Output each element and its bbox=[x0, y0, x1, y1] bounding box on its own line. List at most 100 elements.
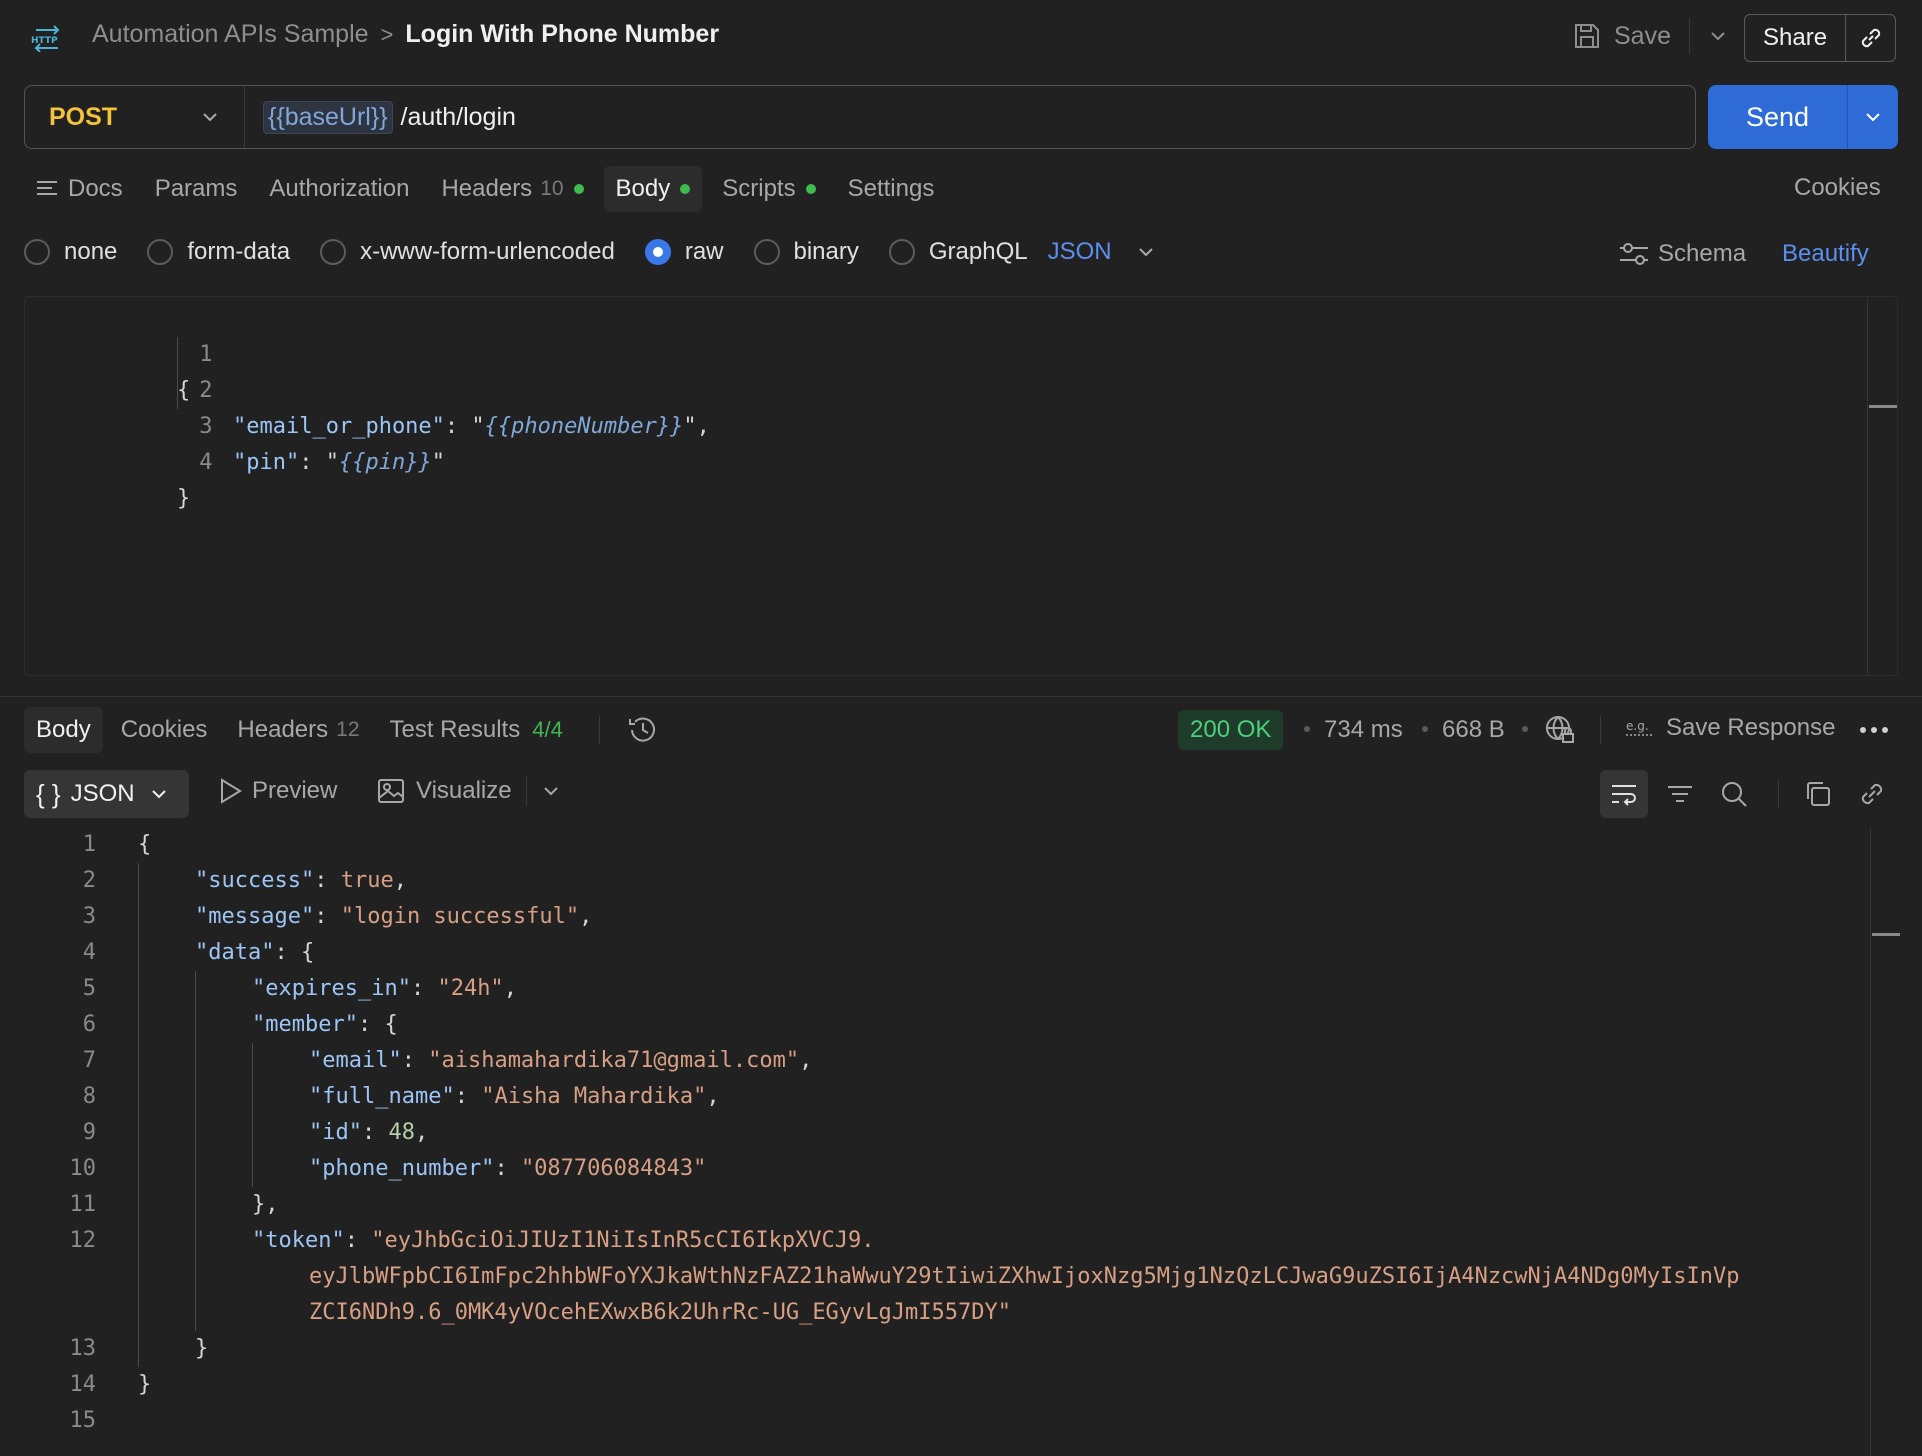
radio-button[interactable] bbox=[753, 239, 780, 265]
schema-button[interactable]: Schema bbox=[1618, 240, 1746, 268]
response-format-select[interactable]: { } JSON bbox=[24, 770, 189, 818]
line-number: 1 bbox=[82, 832, 96, 857]
code-text: "id": 48, bbox=[309, 1115, 428, 1151]
network-globe-icon[interactable] bbox=[1544, 714, 1576, 746]
body-type-none[interactable]: none bbox=[24, 238, 117, 266]
copy-button[interactable] bbox=[1794, 770, 1842, 818]
body-type-binary[interactable]: binary bbox=[753, 238, 859, 266]
beautify-button[interactable]: Beautify bbox=[1782, 240, 1869, 268]
code-text: }, bbox=[252, 1187, 279, 1223]
body-type-form-data[interactable]: form-data bbox=[147, 238, 290, 266]
divider bbox=[1778, 780, 1779, 808]
code-token: : { bbox=[274, 940, 315, 965]
breadcrumb-collection[interactable]: Automation APIs Sample bbox=[92, 20, 369, 49]
tab-body[interactable]: Body bbox=[603, 166, 703, 212]
code-token: "email" bbox=[309, 1048, 402, 1073]
radio-button[interactable] bbox=[888, 239, 915, 265]
response-body-viewer[interactable]: 1{2 "success": true, 3 "message": "login su… bbox=[0, 827, 1922, 1456]
json-variable: {{pin}} bbox=[338, 450, 432, 475]
method-label: POST bbox=[49, 102, 118, 131]
tab-settings[interactable]: Settings bbox=[836, 166, 947, 212]
tab-scripts[interactable]: Scripts bbox=[710, 166, 827, 212]
indent-guide bbox=[177, 337, 178, 409]
radio-label: binary bbox=[793, 238, 859, 265]
method-select[interactable]: POST bbox=[25, 86, 245, 148]
tab-headers[interactable]: Headers 10 bbox=[429, 166, 595, 212]
code-text: "data": { bbox=[195, 935, 314, 971]
link-icon bbox=[1861, 28, 1880, 48]
pane-divider[interactable] bbox=[0, 696, 1922, 697]
body-type-urlencoded[interactable]: x-www-form-urlencoded bbox=[320, 238, 615, 266]
radio-button-checked[interactable] bbox=[644, 239, 671, 265]
copy-icon bbox=[1807, 782, 1830, 806]
tab-label: Docs bbox=[68, 175, 123, 202]
send-options-button[interactable] bbox=[1848, 107, 1898, 127]
share-button[interactable]: Share bbox=[1745, 15, 1847, 61]
schema-label: Schema bbox=[1658, 240, 1747, 267]
tab-authorization[interactable]: Authorization bbox=[257, 166, 421, 212]
status-badge[interactable]: 200 OK bbox=[1178, 710, 1284, 750]
save-group: Save bbox=[1572, 18, 1728, 54]
code-token: } bbox=[138, 1372, 152, 1397]
status-dot bbox=[680, 184, 691, 194]
tab-label: Cookies bbox=[120, 716, 208, 743]
code-line: 9 "id": 48, bbox=[0, 1115, 1922, 1151]
tab-docs[interactable]: Docs bbox=[24, 166, 135, 212]
line-number: 11 bbox=[69, 1192, 97, 1217]
code-text: "token": "eyJhbGciOiJIUzI1NiIsInR5cCI6Ik… bbox=[252, 1223, 875, 1259]
scrollbar-track[interactable] bbox=[1867, 297, 1868, 675]
code-line: 3 "pin": "{{pin}}" bbox=[25, 373, 1897, 475]
visualize-options-chevron-icon[interactable] bbox=[541, 781, 561, 801]
save-response-label: Save Response bbox=[1666, 714, 1836, 741]
code-line: eyJlbWFpbCI6ImFpc2hhbWFoYXJkaWthNzFAZ21h… bbox=[0, 1259, 1922, 1295]
save-options-chevron-icon[interactable] bbox=[1708, 26, 1728, 46]
history-icon[interactable] bbox=[626, 713, 660, 747]
body-format-select[interactable]: JSON bbox=[1048, 238, 1156, 266]
response-tab-body[interactable]: Body bbox=[24, 707, 103, 753]
send-button[interactable]: Send bbox=[1708, 85, 1848, 149]
chevron-down-icon bbox=[1138, 248, 1153, 257]
response-tab-test-results[interactable]: Test Results 4/4 bbox=[378, 707, 575, 753]
wrap-lines-icon bbox=[1612, 785, 1636, 806]
wrap-lines-button[interactable] bbox=[1600, 770, 1648, 818]
line-number: 4 bbox=[82, 940, 96, 965]
copy-link-button[interactable] bbox=[1846, 25, 1895, 51]
save-button[interactable]: Save bbox=[1614, 22, 1671, 51]
more-options-icon[interactable] bbox=[1858, 722, 1890, 738]
breadcrumb-separator: > bbox=[380, 21, 394, 47]
body-format-label: JSON bbox=[1047, 238, 1112, 265]
line-number: 15 bbox=[69, 1408, 97, 1433]
response-time[interactable]: 734 ms bbox=[1324, 716, 1403, 744]
search-button[interactable] bbox=[1710, 770, 1758, 818]
preview-label: Preview bbox=[252, 777, 338, 804]
radio-button[interactable] bbox=[24, 239, 50, 265]
visualize-button[interactable]: Visualize bbox=[376, 776, 561, 806]
response-tab-headers[interactable]: Headers 12 bbox=[225, 707, 371, 753]
tab-label: Settings bbox=[847, 175, 935, 202]
code-line: 7 "email": "aishamahardika71@gmail.com", bbox=[0, 1043, 1922, 1079]
save-response-button[interactable]: e.g. Save Response bbox=[1624, 714, 1835, 742]
svg-text:HTTP: HTTP bbox=[31, 36, 58, 46]
preview-button[interactable]: Preview bbox=[216, 776, 337, 806]
url-variable[interactable]: {{baseUrl}} bbox=[263, 100, 393, 134]
response-size[interactable]: 668 B bbox=[1442, 716, 1505, 744]
code-text: "email": "aishamahardika71@gmail.com", bbox=[309, 1043, 812, 1079]
request-title[interactable]: Login With Phone Number bbox=[405, 20, 719, 49]
code-text: "full_name": "Aisha Mahardika", bbox=[309, 1079, 720, 1115]
code-token: "member" bbox=[252, 1012, 358, 1037]
code-token: "full_name" bbox=[309, 1084, 455, 1109]
url-input[interactable]: {{baseUrl}} /auth/login bbox=[245, 100, 516, 134]
url-bar: POST {{baseUrl}} /auth/login bbox=[24, 85, 1696, 149]
cookies-link[interactable]: Cookies bbox=[1794, 174, 1881, 202]
link-button[interactable] bbox=[1848, 770, 1896, 818]
tab-params[interactable]: Params bbox=[143, 166, 250, 212]
radio-button[interactable] bbox=[147, 239, 174, 265]
response-tab-cookies[interactable]: Cookies bbox=[109, 707, 220, 753]
filter-button[interactable] bbox=[1656, 770, 1704, 818]
header-bar: HTTP Automation APIs Sample > Login With… bbox=[0, 0, 1922, 74]
code-line: 13} bbox=[0, 1331, 1922, 1367]
body-type-graphql[interactable]: GraphQL bbox=[888, 238, 1028, 266]
radio-button[interactable] bbox=[320, 239, 347, 265]
body-type-raw[interactable]: raw bbox=[644, 238, 724, 266]
request-body-editor[interactable]: 1 { 2 "email_or_phone": "{{phoneNumber}}… bbox=[24, 296, 1898, 676]
